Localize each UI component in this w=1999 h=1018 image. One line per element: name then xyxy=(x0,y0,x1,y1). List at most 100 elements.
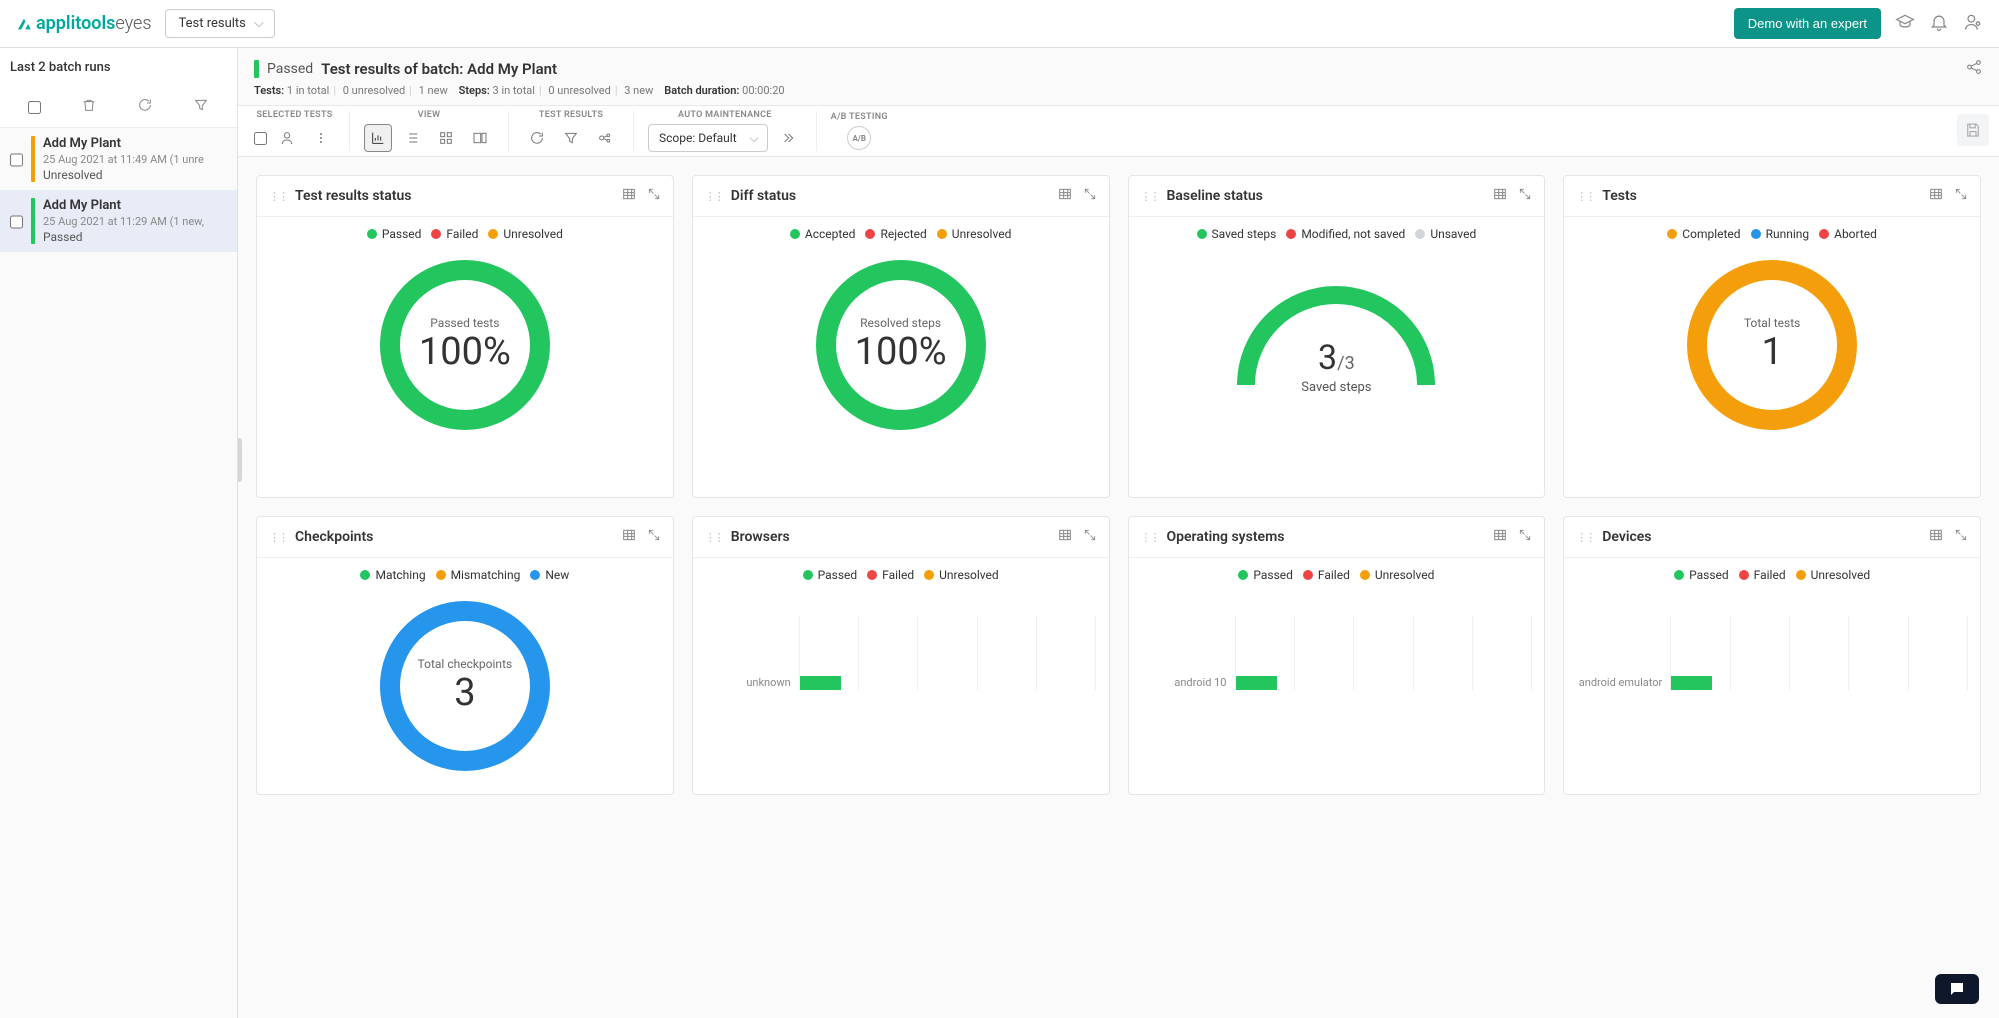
drag-handle-icon[interactable]: ⋮⋮ xyxy=(1141,531,1159,544)
legend-item: Unsaved xyxy=(1430,227,1476,241)
legend-item: Modified, not saved xyxy=(1301,227,1405,241)
academy-icon[interactable] xyxy=(1895,12,1915,36)
donut-chart: Total checkpoints3 xyxy=(375,596,555,776)
legend-item: Unresolved xyxy=(952,227,1012,241)
logo-text-1: applitools xyxy=(36,13,115,34)
card-title: Browsers xyxy=(731,529,1047,545)
toolbar-ab: A/B TESTING A/B xyxy=(823,108,896,154)
drag-handle-icon[interactable]: ⋮⋮ xyxy=(1576,531,1594,544)
legend-item: Matching xyxy=(375,568,425,582)
more-icon[interactable] xyxy=(307,124,335,152)
filter-icon[interactable] xyxy=(193,97,209,117)
table-view-icon[interactable] xyxy=(1928,527,1944,547)
assign-icon[interactable] xyxy=(273,124,301,152)
batch-status-text: Passed xyxy=(267,61,313,77)
view-steps-icon[interactable] xyxy=(466,124,494,152)
scope-select[interactable]: Scope: Default xyxy=(648,124,768,152)
table-view-icon[interactable] xyxy=(1492,186,1508,206)
card-test-results: ⋮⋮ Test results status Passed Failed Unr… xyxy=(256,175,674,498)
expand-icon[interactable] xyxy=(1954,187,1968,205)
filter-icon[interactable] xyxy=(557,124,585,152)
batch-status: Passed xyxy=(43,230,231,244)
bar-chart: unknown xyxy=(705,616,1097,690)
table-view-icon[interactable] xyxy=(1492,527,1508,547)
tests-label: Tests: xyxy=(254,84,284,97)
legend: Completed Running Aborted xyxy=(1667,227,1877,241)
batch-title: Add My Plant xyxy=(43,136,231,151)
toolbar-label: SELECTED TESTS xyxy=(256,110,332,120)
user-settings-icon[interactable] xyxy=(1963,12,1983,36)
table-view-icon[interactable] xyxy=(1928,186,1944,206)
chat-fab[interactable] xyxy=(1935,974,1979,1004)
batch-header: Passed Test results of batch: Add My Pla… xyxy=(238,48,1999,84)
table-view-icon[interactable] xyxy=(1057,186,1073,206)
refresh-icon[interactable] xyxy=(523,124,551,152)
refresh-icon[interactable] xyxy=(137,97,153,117)
expand-icon[interactable] xyxy=(647,187,661,205)
drag-handle-icon[interactable]: ⋮⋮ xyxy=(1141,190,1159,203)
legend-item: Accepted xyxy=(805,227,856,241)
toolbar-test-results: TEST RESULTS xyxy=(515,106,627,156)
sidebar-toolbar xyxy=(0,87,237,128)
card-title: Operating systems xyxy=(1167,529,1483,545)
demo-button[interactable]: Demo with an expert xyxy=(1734,8,1881,39)
batch-checkbox[interactable] xyxy=(10,200,23,244)
table-view-icon[interactable] xyxy=(1057,527,1073,547)
bar-value xyxy=(1235,676,1277,690)
expand-icon[interactable] xyxy=(1083,187,1097,205)
drag-handle-icon[interactable]: ⋮⋮ xyxy=(705,190,723,203)
batch-date: 25 Aug 2021 at 11:49 AM (1 unre xyxy=(43,153,231,166)
view-list-icon[interactable] xyxy=(398,124,426,152)
drag-handle-icon[interactable]: ⋮⋮ xyxy=(269,531,287,544)
batch-title: Add My Plant xyxy=(43,198,231,213)
page-select-dropdown[interactable]: Test results xyxy=(165,9,274,38)
expand-icon[interactable] xyxy=(1954,528,1968,546)
bell-icon[interactable] xyxy=(1929,12,1949,36)
chart-value: 3 xyxy=(454,671,475,715)
legend-item: New xyxy=(545,568,569,582)
table-view-icon[interactable] xyxy=(621,527,637,547)
legend-item: Failed xyxy=(1318,568,1350,582)
splitter-handle[interactable] xyxy=(238,438,242,482)
chart-value: 100% xyxy=(855,330,947,374)
share-icon[interactable] xyxy=(1965,58,1983,80)
trash-icon[interactable] xyxy=(81,97,97,117)
chart-value: 1 xyxy=(1761,330,1782,374)
legend-item: Aborted xyxy=(1834,227,1877,241)
save-icon[interactable] xyxy=(1957,114,1989,146)
bar-chart: android emulator xyxy=(1576,616,1968,690)
table-view-icon[interactable] xyxy=(621,186,637,206)
batch-item[interactable]: Add My Plant 25 Aug 2021 at 11:49 AM (1 … xyxy=(0,128,237,190)
ab-testing-icon[interactable]: A/B xyxy=(847,126,871,150)
toolbar-label: AUTO MAINTENANCE xyxy=(678,110,772,120)
view-grid-icon[interactable] xyxy=(432,124,460,152)
legend-item: Passed xyxy=(1689,568,1729,582)
tests-unresolved: 0 unresolved xyxy=(343,84,405,97)
toolbar-label: VIEW xyxy=(418,110,441,120)
view-chart-icon[interactable] xyxy=(364,124,392,152)
card-title: Tests xyxy=(1602,188,1918,204)
steps-total: 3 in total xyxy=(493,84,535,97)
expand-icon[interactable] xyxy=(647,528,661,546)
bar-chart: android 10 xyxy=(1141,616,1533,690)
card-tests: ⋮⋮ Tests Completed Running Aborted xyxy=(1563,175,1981,498)
drag-handle-icon[interactable]: ⋮⋮ xyxy=(269,190,287,203)
legend: Passed Failed Unresolved xyxy=(1238,568,1434,582)
expand-icon[interactable] xyxy=(1083,528,1097,546)
batch-item[interactable]: Add My Plant 25 Aug 2021 at 11:29 AM (1 … xyxy=(0,190,237,252)
drag-handle-icon[interactable]: ⋮⋮ xyxy=(1576,190,1594,203)
chart-label: Passed tests xyxy=(430,316,499,330)
gauge-chart: 3/3 Saved steps xyxy=(1226,255,1446,395)
card-baseline-status: ⋮⋮ Baseline status Saved steps Modified,… xyxy=(1128,175,1546,498)
group-icon[interactable] xyxy=(591,124,619,152)
expand-icon[interactable] xyxy=(1518,528,1532,546)
batch-checkbox[interactable] xyxy=(10,138,23,182)
drag-handle-icon[interactable]: ⋮⋮ xyxy=(705,531,723,544)
toolbar-select-all[interactable] xyxy=(254,132,267,145)
bar-label: android 10 xyxy=(1141,677,1227,689)
batch-status-strip xyxy=(254,60,259,78)
expand-icon[interactable] xyxy=(1518,187,1532,205)
select-all-checkbox[interactable] xyxy=(28,101,41,114)
card-title: Diff status xyxy=(731,188,1047,204)
apply-icon[interactable] xyxy=(774,124,802,152)
